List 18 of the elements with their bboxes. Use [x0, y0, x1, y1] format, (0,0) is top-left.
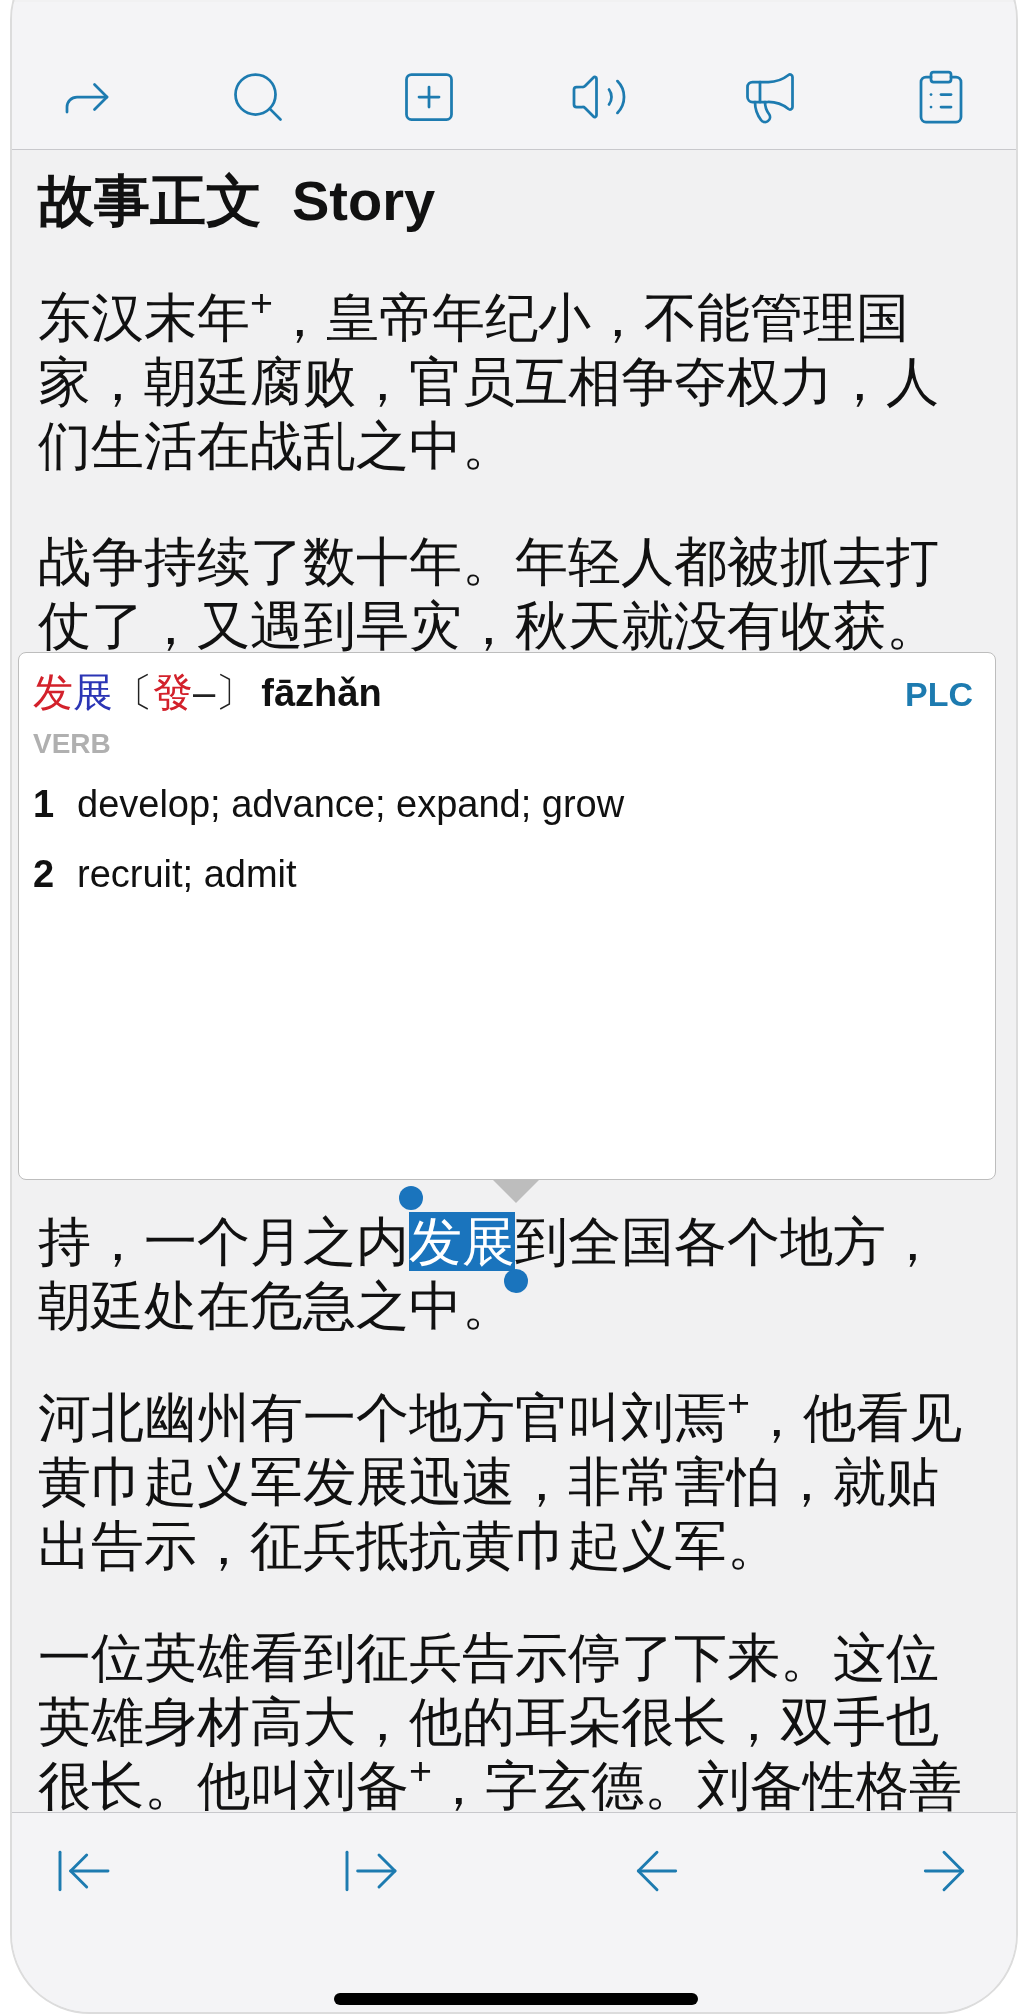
definition-number: 1 — [33, 782, 56, 827]
story-title: 故事正文 Story — [38, 168, 437, 234]
definition-text: recruit; admit — [77, 852, 297, 897]
story-paragraph: 持，一个月之内发展到全国各个地方，朝廷处在危急之中。 — [38, 1210, 978, 1338]
story-paragraph: 战争持续了数十年。年轻人都被抓去打仗了，又遇到旱灾，秋天就没有收获。 — [38, 531, 940, 657]
selection-handle[interactable] — [504, 1269, 528, 1293]
source-label[interactable]: PLC — [905, 669, 973, 720]
story-paragraph: 东汉末年$^{+}$，皇帝年纪小，不能管理国家，朝廷腐败，官员互相争夺权力，人们生活在战乱之中。 — [38, 286, 940, 477]
story-paragraph: 一位英雄看到征兵告示停了下来。这位英雄身材高大，他的耳朵很长，双手也很长。他叫刘备$^{+}$，字玄德。刘备性格善 — [38, 1627, 963, 1812]
definition-number: 2 — [33, 852, 56, 897]
text-selection[interactable]: 发展 — [409, 1212, 515, 1271]
story-paragraph: 河北幽州有一个地方官叫刘焉$^{+}$，他看见黄巾起义军发展迅速，非常害怕，就贴出告示，征兵抵抗黄巾起义军。 — [38, 1386, 963, 1577]
traditional-form: 〔發–〕 — [113, 669, 256, 716]
selection-handle[interactable] — [399, 1186, 423, 1210]
pinyin: fāzhǎn — [261, 671, 382, 716]
definition-text: develop; advance; expand; grow — [77, 782, 625, 827]
headword: 发展 — [33, 669, 113, 716]
part-of-speech: VERB — [33, 728, 111, 759]
